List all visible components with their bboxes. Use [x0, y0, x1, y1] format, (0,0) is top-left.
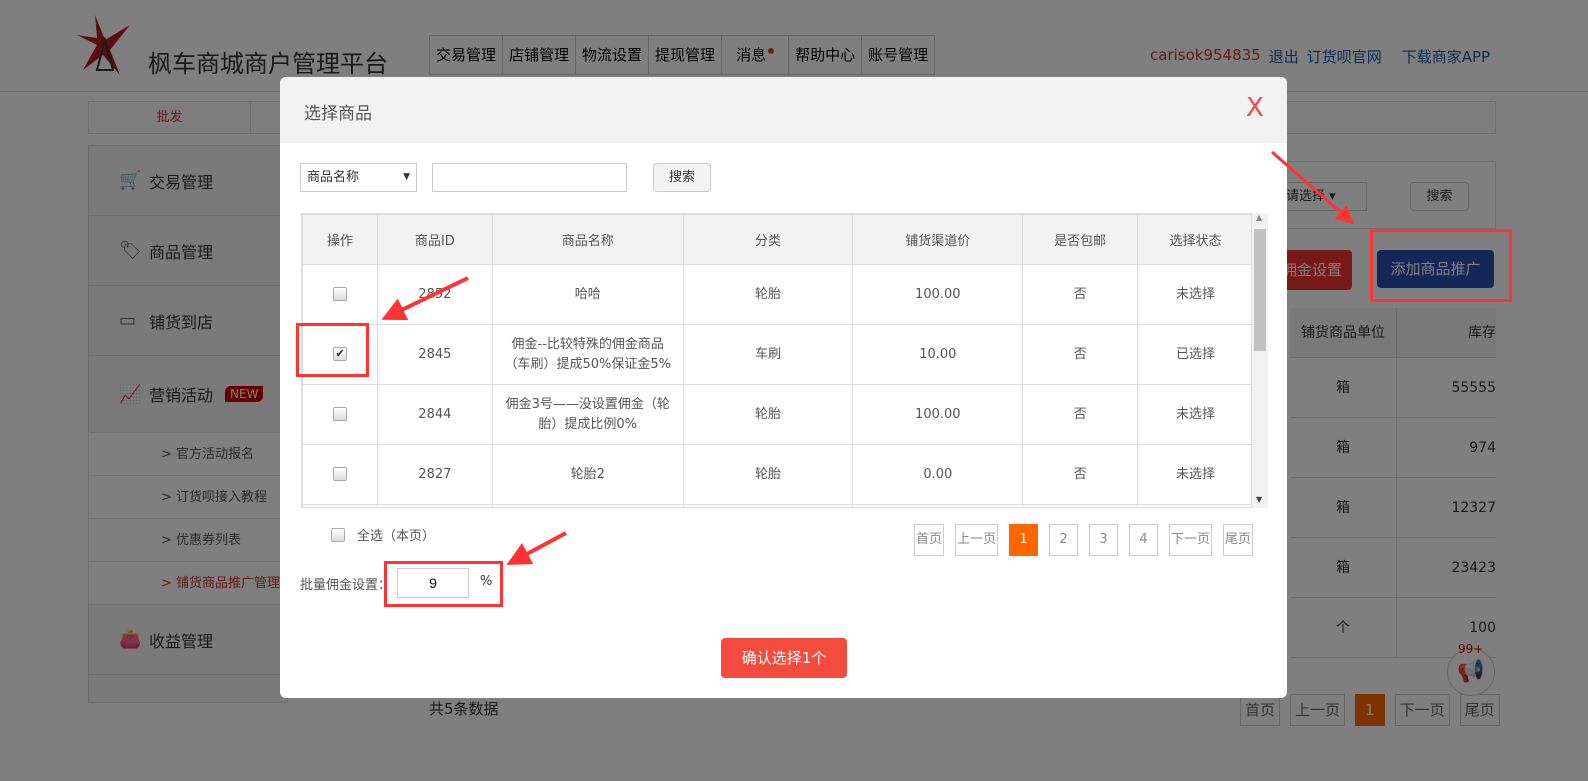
arrow — [506, 531, 567, 565]
arrow — [381, 276, 469, 321]
arrow — [1271, 150, 1355, 224]
annotation-arrows — [381, 150, 1355, 565]
